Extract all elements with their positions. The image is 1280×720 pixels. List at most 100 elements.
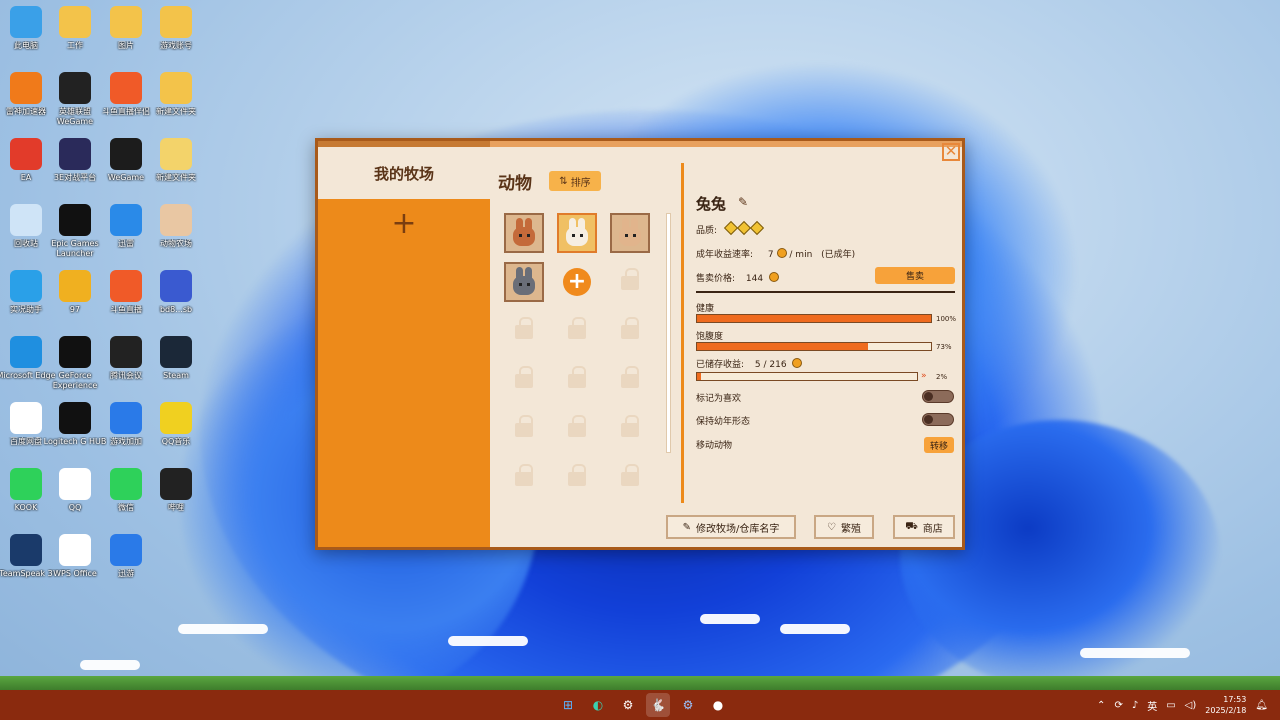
ranch-app-rabbit-icon[interactable]: 🐇 — [646, 693, 670, 717]
start-windows-icon[interactable]: ⊞ — [556, 693, 580, 717]
desktop-shortcut[interactable]: 游戏账号 — [146, 6, 206, 51]
edge-icon[interactable]: ◐ — [586, 693, 610, 717]
clock[interactable]: 17:53 2025/2/18 — [1205, 694, 1246, 716]
keep-young-label: 保持幼年形态 — [696, 417, 751, 427]
lock-icon — [621, 268, 639, 290]
animal-slot-white-rabbit[interactable] — [557, 213, 597, 253]
logitech-icon — [59, 402, 91, 434]
animal-slot-grey-rabbit[interactable] — [504, 262, 544, 302]
favorite-toggle[interactable] — [922, 390, 954, 403]
desktop-shortcut[interactable]: 新建文件夹 — [146, 72, 206, 117]
health-bar — [696, 314, 932, 323]
network-icon[interactable]: ▭ — [1166, 700, 1175, 711]
close-button[interactable]: ✕ — [942, 143, 960, 161]
add-ranch-plus-icon[interactable]: + — [390, 209, 418, 239]
kook-icon — [10, 468, 42, 500]
cart-icon: ⛟ — [905, 520, 918, 532]
sort-button[interactable]: ⇅ 排序 — [549, 171, 601, 191]
microphone-icon[interactable]: ♪ — [1132, 700, 1138, 711]
pencil-icon: ✎ — [682, 521, 691, 533]
animal-slot-tan-rabbit[interactable] — [610, 213, 650, 253]
keep-young-toggle[interactable] — [922, 413, 954, 426]
edge-icon — [10, 336, 42, 368]
ranch-list-panel: 我的牧场 + — [318, 147, 490, 547]
rabbit-icon — [509, 218, 539, 248]
price-row: 售卖价格: 144 — [696, 271, 779, 284]
sync-icon[interactable]: ⟳ — [1114, 700, 1122, 711]
bili-icon — [160, 468, 192, 500]
locked-slot — [610, 458, 650, 498]
collect-arrow-icon[interactable]: » — [921, 371, 927, 381]
volume-icon[interactable]: ◁) — [1185, 700, 1197, 711]
desktop-shortcut[interactable]: 哔哩 — [146, 468, 206, 513]
folder-icon — [160, 6, 192, 38]
wechat-icon — [110, 468, 142, 500]
qqmusic-icon — [160, 402, 192, 434]
nvidia-icon — [59, 336, 91, 368]
settings-gear-icon[interactable]: ⚙ — [676, 693, 700, 717]
xunyou-icon — [110, 534, 142, 566]
ranch-list: + — [318, 199, 490, 547]
chevron-up-icon[interactable]: ⌃ — [1097, 700, 1105, 711]
owl-icon — [59, 270, 91, 302]
folder-icon — [160, 72, 192, 104]
breed-label: 繁殖 — [840, 523, 861, 535]
system-tray: ⌃ ⟳ ♪ 英 ▭ ◁) 17:53 2025/2/18 🔔︎ — [1097, 690, 1268, 720]
steam-icon[interactable]: ⚙ — [616, 693, 640, 717]
rabbit-icon — [160, 204, 192, 236]
ime-indicator[interactable]: 英 — [1147, 698, 1157, 713]
lock-icon — [568, 415, 586, 437]
animals-title: 动物 — [498, 174, 532, 194]
desktop-shortcut-label: 迅游 — [118, 569, 134, 578]
cloud — [700, 614, 760, 624]
stored-pct: 2% — [936, 373, 948, 381]
ranch-title: 我的牧场 — [318, 147, 490, 199]
qq-icon[interactable]: ● — [706, 693, 730, 717]
breed-button[interactable]: ♡ 繁殖 — [814, 515, 874, 539]
move-animal-button[interactable]: 转移 — [924, 437, 954, 453]
animal-grid-scrollbar[interactable] — [666, 213, 671, 453]
desktop-shortcut[interactable]: 动物农场 — [146, 204, 206, 249]
desktop-shortcut[interactable]: Steam — [146, 336, 206, 381]
sort-icon: ⇅ — [559, 175, 568, 187]
shop-button[interactable]: ⛟ 商店 — [893, 515, 955, 539]
health-label: 健康 — [696, 304, 715, 314]
locked-slot — [557, 360, 597, 400]
locked-slot — [557, 458, 597, 498]
desktop-shortcut[interactable]: 新建文件夹 — [146, 138, 206, 183]
locked-slot — [557, 409, 597, 449]
locked-slot — [610, 262, 650, 302]
locked-slot — [610, 409, 650, 449]
desktop-shortcut-label: 新建文件夹 — [156, 173, 196, 182]
rabbit-icon — [509, 267, 539, 297]
quality-diamond-icon — [723, 220, 738, 236]
locked-slot — [610, 360, 650, 400]
v-icon — [110, 336, 142, 368]
desktop-shortcut[interactable]: 迅游 — [96, 534, 156, 579]
sell-button[interactable]: 售卖 — [875, 267, 955, 284]
lock-icon — [515, 366, 533, 388]
lock-icon — [515, 415, 533, 437]
locked-slot — [610, 311, 650, 351]
animal-slot-brown-rabbit[interactable] — [504, 213, 544, 253]
stored-bar-fill — [697, 373, 702, 380]
coin-icon — [768, 272, 779, 282]
notification-bell-icon[interactable]: 🔔︎ — [1255, 700, 1268, 711]
desktop-shortcut[interactable]: QQ音乐 — [146, 402, 206, 447]
desktop-shortcut-label: 新建文件夹 — [156, 107, 196, 116]
desktop-shortcut[interactable]: bd8...sb — [146, 270, 206, 315]
fullness-bar-fill — [697, 343, 868, 350]
stored-label: 已储存收益: — [696, 360, 745, 370]
edit-name-pencil-icon[interactable]: ✎ — [738, 195, 748, 209]
folder-icon — [160, 138, 192, 170]
lock-icon — [621, 366, 639, 388]
quality-row: 品质: — [696, 220, 765, 236]
locked-slot — [504, 360, 544, 400]
add-animal-button[interactable]: + — [557, 262, 597, 302]
cloud — [448, 636, 528, 646]
folder-icon — [59, 6, 91, 38]
coin-icon — [792, 358, 803, 368]
rabbit-icon — [562, 218, 592, 248]
rename-ranch-button[interactable]: ✎ 修改牧场/仓库名字 — [666, 515, 796, 539]
teamspeak-icon — [10, 534, 42, 566]
